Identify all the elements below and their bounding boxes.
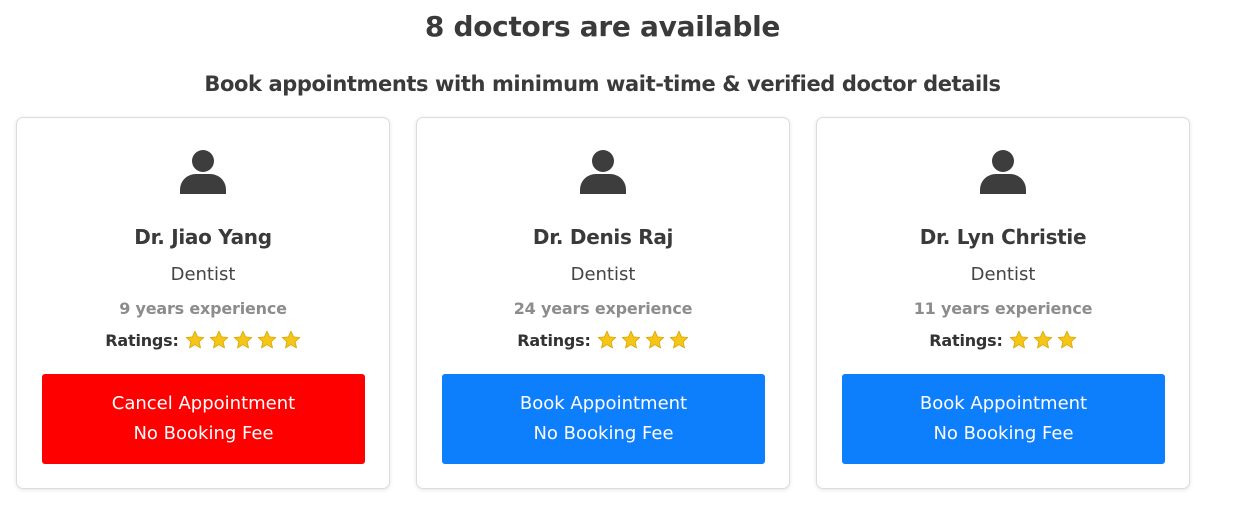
doctor-name: Dr. Lyn Christie xyxy=(919,225,1087,249)
star-rating xyxy=(185,330,301,350)
star-rating xyxy=(597,330,689,350)
doctor-card: Dr. Lyn Christie Dentist 11 years experi… xyxy=(816,117,1190,489)
ratings-label: Ratings: xyxy=(105,330,179,350)
ratings-row: Ratings: xyxy=(17,330,389,350)
doctor-card: Dr. Jiao Yang Dentist 9 years experience… xyxy=(16,117,390,489)
star-icon xyxy=(233,330,252,349)
book-appointment-button[interactable]: Book Appointment No Booking Fee xyxy=(842,374,1165,464)
doctor-name: Dr. Jiao Yang xyxy=(134,225,272,249)
doctor-specialty: Dentist xyxy=(970,264,1036,285)
user-icon xyxy=(180,150,226,194)
button-sublabel: No Booking Fee xyxy=(533,423,674,444)
ratings-row: Ratings: xyxy=(817,330,1189,350)
star-rating xyxy=(1009,330,1077,350)
button-label: Book Appointment xyxy=(919,393,1088,414)
button-sublabel: No Booking Fee xyxy=(933,423,1074,444)
cancel-appointment-button[interactable]: Cancel Appointment No Booking Fee xyxy=(42,374,365,464)
doctor-card: Dr. Denis Raj Dentist 24 years experienc… xyxy=(416,117,790,489)
star-icon xyxy=(645,330,664,349)
star-icon xyxy=(1033,330,1052,349)
user-icon xyxy=(580,150,626,194)
star-icon xyxy=(209,330,228,349)
star-icon xyxy=(621,330,640,349)
page-subtitle: Book appointments with minimum wait-time… xyxy=(204,72,1001,96)
doctor-name: Dr. Denis Raj xyxy=(532,225,674,249)
doctor-specialty: Dentist xyxy=(170,264,236,285)
star-icon xyxy=(281,330,300,349)
ratings-label: Ratings: xyxy=(517,330,591,350)
star-icon xyxy=(185,330,204,349)
ratings-row: Ratings: xyxy=(417,330,789,350)
ratings-label: Ratings: xyxy=(929,330,1003,350)
star-icon xyxy=(1057,330,1076,349)
star-icon xyxy=(257,330,276,349)
button-label: Book Appointment xyxy=(519,393,688,414)
book-appointment-button[interactable]: Book Appointment No Booking Fee xyxy=(442,374,765,464)
doctor-experience: 24 years experience xyxy=(513,299,693,318)
user-icon xyxy=(980,150,1026,194)
star-icon xyxy=(669,330,688,349)
doctor-specialty: Dentist xyxy=(570,264,636,285)
star-icon xyxy=(597,330,616,349)
button-sublabel: No Booking Fee xyxy=(133,423,274,444)
doctor-experience: 9 years experience xyxy=(119,299,287,318)
button-label: Cancel Appointment xyxy=(111,393,296,414)
page-title: 8 doctors are available xyxy=(424,10,781,43)
star-icon xyxy=(1009,330,1028,349)
doctor-experience: 11 years experience xyxy=(913,299,1093,318)
